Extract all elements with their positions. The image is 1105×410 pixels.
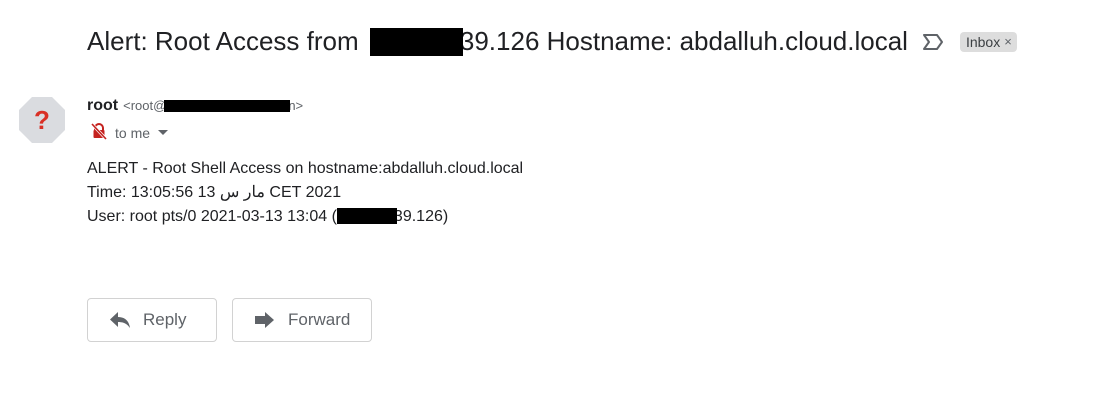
email-header: Alert: Root Access from 39.126 Hostname:…: [87, 24, 1017, 60]
body-line-alert: ALERT - Root Shell Access on hostname:ab…: [87, 160, 524, 177]
sender-name[interactable]: root: [87, 97, 118, 115]
sender-email-end: n>: [288, 98, 304, 113]
reply-button[interactable]: Reply: [87, 298, 217, 342]
svg-text:?: ?: [34, 105, 50, 135]
no-encryption-icon[interactable]: [90, 122, 108, 143]
reply-label: Reply: [143, 310, 187, 329]
body-user-text-start: User: root pts/0 2021-03-13 13:04 (: [87, 208, 337, 225]
body-line-time: Time: 13:05:56 13 مار س CET 2021: [87, 184, 342, 201]
subject-text-end: 39.126 Hostname: abdalluh.cloud.local: [459, 26, 908, 57]
redaction-block: [336, 207, 397, 224]
email-body: ALERT - Root Shell Access on hostname:ab…: [87, 157, 523, 229]
email-subject: Alert: Root Access from 39.126 Hostname:…: [87, 26, 908, 57]
recipient-row: to me: [90, 122, 169, 143]
sender-info: root <root@ n>: [87, 97, 303, 115]
show-details-chevron-icon[interactable]: [158, 130, 169, 135]
subject-text-start: Alert: Root Access from: [87, 26, 366, 57]
inbox-label-text: Inbox: [965, 33, 1001, 50]
forward-button[interactable]: Forward: [232, 298, 372, 342]
redaction-block: [164, 99, 291, 112]
remove-label-icon[interactable]: ×: [1004, 34, 1012, 49]
unknown-sender-icon: ?: [19, 97, 65, 143]
recipient-label: to me: [115, 124, 151, 141]
importance-marker-icon[interactable]: [922, 33, 944, 51]
sender-email-start: <root@: [123, 98, 167, 113]
forward-label: Forward: [288, 310, 351, 329]
sender-avatar: ?: [18, 96, 66, 144]
sender-email: <root@ n>: [123, 98, 303, 113]
inbox-label-chip[interactable]: Inbox ×: [959, 32, 1017, 52]
reply-arrow-icon: [110, 312, 130, 328]
body-user-text-end: 39.126): [393, 208, 449, 225]
redaction-block: [369, 27, 463, 56]
body-line-user: User: root pts/0 2021-03-13 13:04 ( 39.12…: [87, 205, 523, 229]
forward-arrow-icon: [255, 312, 274, 328]
